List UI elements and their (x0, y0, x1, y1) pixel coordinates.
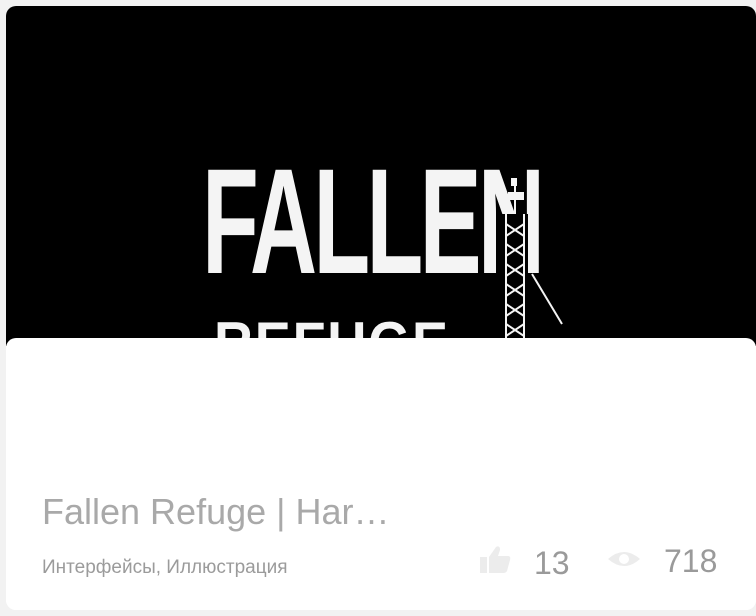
project-tags[interactable]: Интерфейсы, Иллюстрация (42, 558, 288, 577)
tower-illustration (502, 178, 563, 344)
eye-icon (606, 548, 642, 575)
project-cover-image[interactable]: FALLEN REFUGE (6, 6, 756, 374)
likes-count: 13 (534, 544, 570, 581)
thumbs-up-icon (478, 545, 512, 580)
likes-stat[interactable]: 13 (478, 545, 570, 580)
views-stat: 718 (606, 545, 717, 577)
cover-logo-word: FALLEN (202, 137, 545, 305)
project-title[interactable]: Fallen Refuge | Har… (42, 494, 390, 530)
views-count: 718 (664, 543, 718, 579)
